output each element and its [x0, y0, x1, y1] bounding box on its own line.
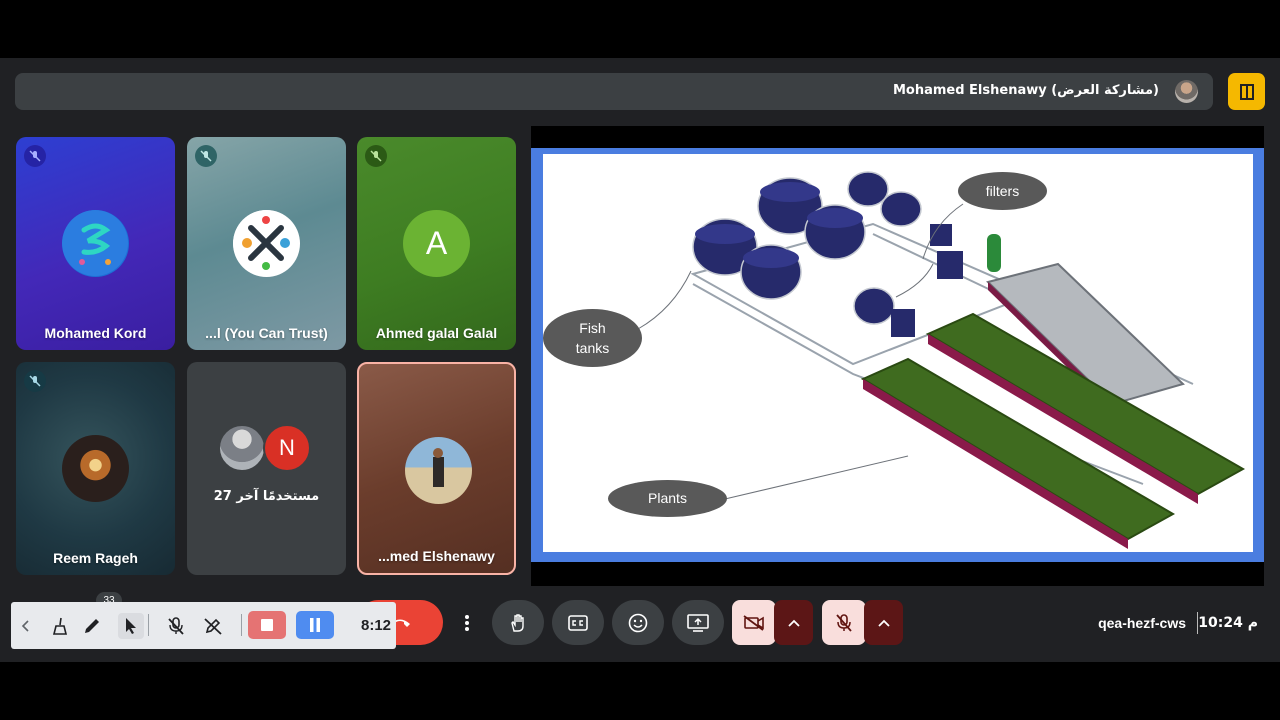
hide-drawing-button[interactable] — [200, 613, 226, 639]
annotation-toolbar: 8:12 — [11, 602, 396, 649]
fish-tanks-callout: Fish tanks — [543, 309, 642, 367]
mic-off-icon — [195, 145, 217, 167]
fish-tanks-label-line2: tanks — [575, 340, 610, 356]
avatar: N — [263, 424, 311, 472]
avatar — [218, 424, 266, 472]
meeting-stage: Mohamed Elshenawy (مشاركة العرض) Mohamed… — [0, 58, 1280, 662]
pen-button[interactable] — [79, 613, 105, 639]
avatar — [233, 210, 300, 277]
meeting-time: 10:24 م — [1198, 615, 1258, 631]
divider — [241, 614, 242, 636]
other-participants-avatars: N — [187, 424, 346, 476]
participant-name: ...l (You Can Trust) — [205, 325, 328, 341]
microphone-options-button[interactable] — [864, 600, 903, 645]
cursor-icon — [126, 618, 136, 634]
pause-recording-button[interactable] — [296, 611, 334, 639]
participant-name: ...med Elshenawy — [378, 548, 495, 564]
stop-icon — [261, 619, 273, 631]
video-off-icon — [743, 614, 764, 631]
plants-callout: Plants — [608, 480, 727, 517]
pen-off-icon — [204, 618, 222, 635]
mic-off-icon — [24, 370, 46, 392]
pin-presentation-button[interactable] — [1228, 73, 1265, 110]
mute-all-button[interactable] — [163, 613, 189, 639]
chevron-left-icon — [21, 620, 29, 632]
participant-name: Reem Rageh — [53, 550, 138, 566]
pause-icon — [310, 618, 320, 632]
participant-tile[interactable]: ...l (You Can Trust) — [187, 137, 346, 350]
microphone-toggle-button[interactable] — [822, 600, 866, 645]
mic-off-icon — [24, 145, 46, 167]
pencil-icon — [85, 619, 99, 633]
slide-frame: filters Fish tanks Plants — [531, 148, 1264, 562]
present-screen-icon — [687, 613, 709, 632]
filters-label: filters — [985, 182, 1020, 199]
present-now-button[interactable] — [672, 600, 724, 645]
other-participants-count: 27 مستخدمًا آخر — [213, 489, 320, 504]
mic-off-icon — [836, 613, 852, 632]
recording-elapsed-time: 8:12 — [361, 617, 392, 634]
pointer-button[interactable] — [118, 613, 144, 639]
divider — [148, 614, 149, 636]
hand-icon — [511, 613, 524, 632]
fish-tanks-label-line1: Fish — [579, 319, 606, 336]
avatar — [62, 435, 129, 502]
participant-tile[interactable]: Reem Rageh — [16, 362, 175, 575]
stop-recording-button[interactable] — [248, 611, 286, 639]
pin-icon — [1239, 83, 1254, 100]
avatar — [62, 210, 129, 277]
more-vert-icon — [465, 614, 469, 631]
slide: filters Fish tanks Plants — [543, 154, 1253, 552]
participant-tile[interactable]: A Ahmed galal Galal — [357, 137, 516, 350]
camera-toggle-button[interactable] — [732, 600, 776, 645]
captions-button[interactable] — [552, 600, 604, 645]
eraser-button[interactable] — [47, 613, 73, 639]
camera-options-button[interactable] — [774, 600, 813, 645]
meeting-code: qea-hezf-cws — [1098, 615, 1186, 631]
plants-label: Plants — [648, 490, 687, 507]
participant-name: Mohamed Kord — [44, 325, 147, 341]
presenter-banner: Mohamed Elshenawy (مشاركة العرض) — [15, 73, 1213, 110]
avatar: A — [403, 210, 470, 277]
more-options-button[interactable] — [453, 600, 481, 645]
presenter-avatar — [1175, 80, 1198, 103]
chevron-up-icon — [787, 619, 800, 627]
captions-icon — [568, 614, 588, 631]
presenter-label: Mohamed Elshenawy (مشاركة العرض) — [892, 83, 1159, 98]
filters-callout: filters — [958, 172, 1047, 210]
participant-name: Ahmed galal Galal — [375, 325, 498, 341]
reactions-button[interactable] — [612, 600, 664, 645]
emoji-icon — [628, 613, 648, 632]
participant-tile[interactable]: Mohamed Kord — [16, 137, 175, 350]
avatar — [405, 437, 472, 504]
screen-share: filters Fish tanks Plants — [531, 126, 1264, 586]
collapse-toolbar-button[interactable] — [13, 613, 39, 639]
mic-off-icon — [168, 617, 184, 635]
other-participants-tile[interactable]: N 27 مستخدمًا آخر — [187, 362, 346, 575]
chevron-up-icon — [877, 619, 890, 627]
participant-tile-active[interactable]: ...med Elshenawy — [357, 362, 516, 575]
broom-icon — [52, 617, 68, 635]
raise-hand-button[interactable] — [492, 600, 544, 645]
mic-off-icon — [365, 145, 387, 167]
